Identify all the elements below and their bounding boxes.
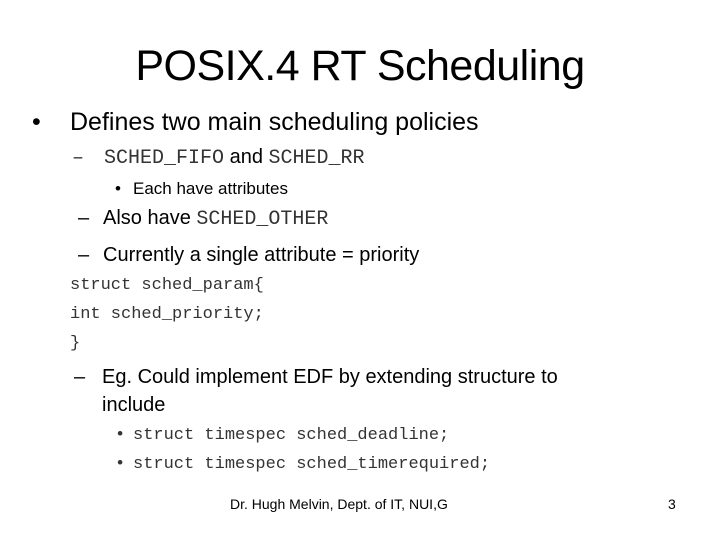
bullet-text: Eg. Could implement EDF by extending str…	[102, 366, 558, 388]
sub-sub-bullet-item: • Each have attributes	[115, 179, 288, 199]
sub-bullet-item: – Currently a single attribute = priority	[78, 244, 419, 267]
bullet-text-continuation: include	[102, 394, 166, 416]
bullet-text: Defines two main scheduling policies	[70, 108, 479, 136]
connector-text: and	[224, 146, 269, 168]
code-line: }	[70, 334, 81, 353]
policy-other: SCHED_OTHER	[196, 208, 329, 231]
dash-marker: –	[78, 207, 90, 229]
bullet-text: Currently a single attribute = priority	[103, 244, 420, 266]
bullet-marker: •	[115, 455, 126, 474]
sub-bullet-item: – Eg. Could implement EDF by extending st…	[74, 366, 558, 389]
code-sub-bullet: • struct timespec sched_timerequired;	[115, 455, 490, 474]
page-number: 3	[668, 496, 676, 512]
bullet-text: Each have attributes	[133, 179, 288, 198]
code-sub-bullet: • struct timespec sched_deadline;	[115, 426, 449, 445]
slide: POSIX.4 RT Scheduling • Defines two main …	[0, 0, 720, 540]
code-line: int sched_priority;	[70, 305, 264, 324]
dash-marker: –	[72, 147, 85, 170]
bullet-marker: •	[32, 108, 41, 136]
policy-fifo: SCHED_FIFO	[104, 147, 225, 170]
footer-author: Dr. Hugh Melvin, Dept. of IT, NUI,G	[230, 496, 448, 512]
bullet-marker: •	[115, 179, 121, 198]
bullet-marker: •	[115, 426, 126, 445]
code-text: struct timespec sched_deadline;	[133, 426, 450, 445]
sub-bullet-item: – Also have SCHED_OTHER	[78, 207, 328, 231]
policy-rr: SCHED_RR	[268, 147, 365, 170]
slide-title: POSIX.4 RT Scheduling	[135, 42, 585, 90]
code-line: struct sched_param{	[70, 276, 264, 295]
code-text: struct timespec sched_timerequired;	[133, 455, 491, 474]
sub-bullet-item: – SCHED_FIFO and SCHED_RR	[72, 146, 365, 170]
dash-marker: –	[78, 244, 90, 266]
dash-marker: –	[74, 366, 86, 388]
bullet-text: Also have	[103, 207, 197, 229]
bullet-item: • Defines two main scheduling policies	[32, 108, 479, 137]
